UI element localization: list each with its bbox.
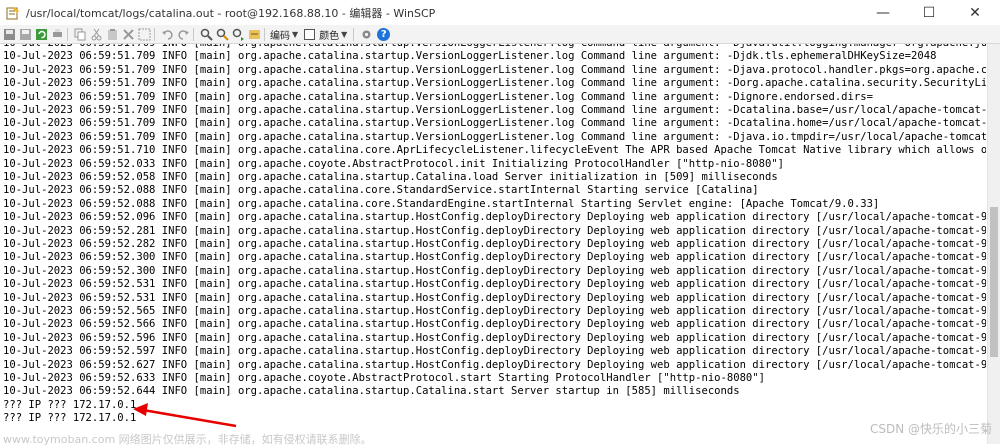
save-icon[interactable] [3,28,16,41]
log-line: 10-Jul-2023 06:59:52.282 INFO [main] org… [3,238,986,250]
close-icon: ✕ [969,4,981,21]
copy-icon[interactable] [74,28,87,41]
log-line: 10-Jul-2023 06:59:51.709 INFO [main] org… [3,77,986,90]
log-line: 10-Jul-2023 06:59:52.627 INFO [main] org… [3,358,986,371]
cut-icon[interactable] [90,28,103,41]
print-icon[interactable] [51,28,64,41]
encoding-menu[interactable]: 编码 [270,27,290,42]
log-line: 10-Jul-2023 06:59:52.088 INFO [main] org… [3,197,880,210]
log-line: 10-Jul-2023 06:59:52.596 INFO [main] org… [3,331,986,344]
log-line: 10-Jul-2023 06:59:52.566 INFO [main] org… [3,318,986,331]
encoding-dropdown-icon[interactable]: ▼ [292,30,298,39]
delete-icon[interactable] [122,28,135,41]
close-button[interactable]: ✕ [952,0,998,25]
log-line: 10-Jul-2023 06:59:52.300 INFO [main] org… [3,264,986,277]
select-all-icon[interactable] [138,28,151,41]
log-line: 10-Jul-2023 06:59:51.709 INFO [main] org… [3,63,986,76]
log-line: 10-Jul-2023 06:59:52.088 INFO [main] org… [3,184,759,197]
minimize-button[interactable]: — [860,0,906,25]
toolbar-separator [154,27,155,41]
find-icon[interactable] [200,28,213,41]
log-line: 10-Jul-2023 06:59:52.531 INFO [main] org… [3,278,986,291]
toolbar-separator [193,27,194,41]
log-line: 10-Jul-2023 06:59:52.281 INFO [main] org… [3,224,986,237]
paste-icon[interactable] [106,28,119,41]
help-icon[interactable]: ? [377,27,391,41]
log-line: 10-Jul-2023 06:59:52.633 INFO [main] org… [3,372,765,384]
log-line: 10-Jul-2023 06:59:52.096 INFO [main] org… [3,211,986,224]
toolbar-separator [264,27,265,41]
scrollbar-thumb[interactable] [990,207,998,357]
text-editor[interactable]: 10-Jul-2023 06:59:51.709 INFO [main] org… [0,44,986,444]
replace-icon[interactable] [216,28,229,41]
watermark-text: www.toymoban.com 网络图片仅供展示，非存储，如有侵权请联系删除。 [3,433,372,446]
title-bar: /usr/local/tomcat/logs/catalina.out - ro… [0,0,1000,25]
log-line: 10-Jul-2023 06:59:51.709 INFO [main] org… [3,50,937,63]
settings-icon[interactable] [360,28,373,41]
log-line: 10-Jul-2023 06:59:51.709 INFO [main] org… [3,90,873,103]
log-line: 10-Jul-2023 06:59:51.710 INFO [main] org… [3,144,986,157]
find-next-icon[interactable] [232,28,245,41]
log-line: 10-Jul-2023 06:59:52.531 INFO [main] org… [3,291,986,304]
csdn-credit: CSDN @快乐的小三菊 [869,422,992,436]
color-menu[interactable]: 颜色 [319,27,339,42]
log-line: ??? IP ??? 172.17.0.1 [3,398,137,411]
reload-icon[interactable] [35,28,48,41]
toolbar-separator [353,27,355,41]
log-line: 10-Jul-2023 06:59:51.709 INFO [main] org… [3,130,986,143]
minimize-icon: — [876,4,890,21]
log-line: 10-Jul-2023 06:59:51.709 INFO [main] org… [3,117,986,130]
maximize-button[interactable]: ☐ [906,0,952,25]
log-line: 10-Jul-2023 06:59:52.565 INFO [main] org… [3,305,986,317]
log-line: 10-Jul-2023 06:59:52.033 INFO [main] org… [3,157,785,170]
save-all-icon[interactable] [19,28,32,41]
undo-icon[interactable] [161,28,174,41]
maximize-icon: ☐ [922,4,936,21]
log-line: 10-Jul-2023 06:59:52.058 INFO [main] org… [3,171,778,183]
toolbar-separator [67,27,68,41]
log-line: ??? IP ??? 172.17.0.1 [3,412,137,425]
log-line: 10-Jul-2023 06:59:51.709 INFO [main] org… [3,104,986,116]
log-line: 10-Jul-2023 06:59:52.597 INFO [main] org… [3,345,986,358]
redo-icon[interactable] [177,28,190,41]
color-dropdown-icon[interactable]: ▼ [341,30,347,39]
vertical-scrollbar[interactable] [987,44,1000,444]
notepad-icon [6,6,19,19]
log-line: 10-Jul-2023 06:59:52.644 INFO [main] org… [3,385,740,398]
window-title: /usr/local/tomcat/logs/catalina.out - ro… [26,6,436,20]
log-line: 10-Jul-2023 06:59:52.300 INFO [main] org… [3,251,986,264]
color-checkbox[interactable] [304,28,316,40]
editor-toolbar: 编码 ▼ 颜色 ▼ ? [0,25,1000,44]
goto-line-icon[interactable] [248,28,261,41]
